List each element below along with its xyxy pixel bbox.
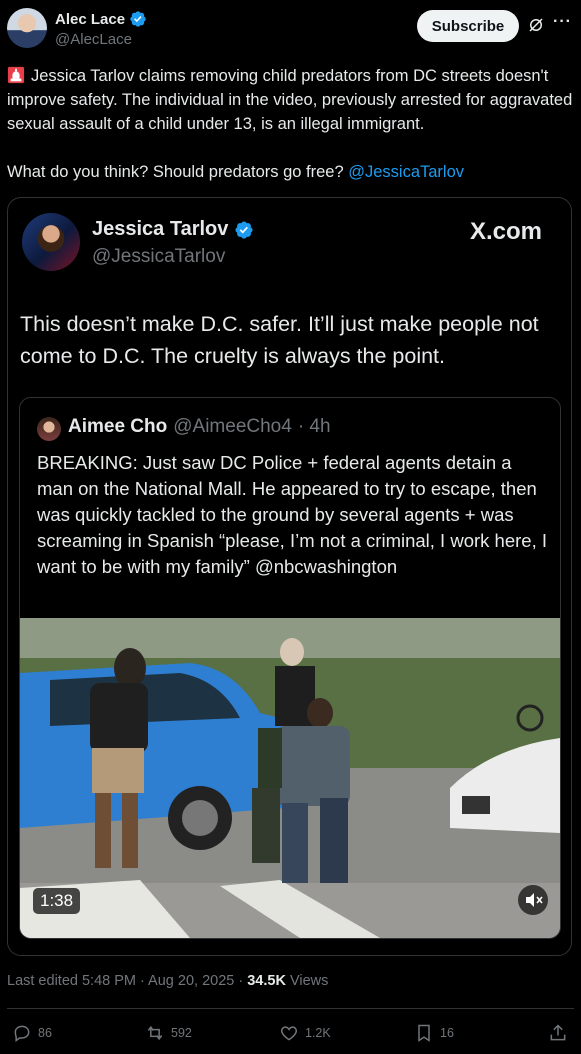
police-siren-icon (7, 66, 25, 84)
inner-author-name: Aimee Cho (68, 416, 168, 437)
mute-icon[interactable] (518, 885, 548, 915)
video-player[interactable]: 1:38 (20, 618, 560, 938)
inner-post-time: · 4h (297, 416, 331, 437)
repost-count: 592 (171, 1026, 192, 1040)
author-avatar[interactable] (7, 8, 47, 48)
quoted-author-avatar (22, 213, 80, 271)
author-handle[interactable]: @AlecLace (55, 31, 132, 48)
bookmark-icon (418, 1024, 430, 1042)
inner-author-header: Aimee Cho @AimeeCho4 · 4h (68, 416, 331, 438)
inner-post-text: BREAKING: Just saw DC Police + federal a… (37, 452, 547, 577)
reply-icon (14, 1025, 30, 1042)
quoted-author-name-row: Jessica Tarlov (92, 218, 254, 241)
views-count: 34.5K (247, 973, 286, 989)
quoted-author-name: Jessica Tarlov (92, 218, 229, 240)
quoted-author-handle: @JessicaTarlov (92, 246, 226, 267)
inner-author-handle: @AimeeCho4 (173, 416, 292, 437)
like-count: 1.2K (305, 1026, 331, 1040)
grok-icon[interactable] (527, 16, 545, 34)
tweet-question-text: What do you think? Should predators go f… (7, 163, 344, 181)
edited-timestamp[interactable]: Last edited 5:48 PM · Aug 20, 2025 · (7, 973, 243, 989)
tweet-text: Jessica Tarlov claims removing child pre… (7, 64, 575, 184)
action-bar: 86 592 1.2K 16 (0, 1018, 581, 1048)
verified-badge-icon (130, 11, 146, 27)
verified-badge-icon (235, 220, 253, 239)
divider (7, 1008, 574, 1009)
reply-count: 86 (38, 1026, 52, 1040)
author-name-row[interactable]: Alec Lace (55, 10, 147, 28)
post-meta: Last edited 5:48 PM · Aug 20, 2025 · 34.… (7, 973, 328, 989)
bookmark-button[interactable]: 16 (414, 1023, 454, 1043)
inner-quoted-post: Aimee Cho @AimeeCho4 · 4h BREAKING: Just… (19, 397, 561, 939)
author-name[interactable]: Alec Lace (55, 11, 125, 28)
video-frame (20, 618, 560, 938)
tweet-main-text: Jessica Tarlov claims removing child pre… (7, 67, 573, 133)
views-label: Views (289, 973, 329, 989)
quoted-post-text: This doesn’t make D.C. safer. It’ll just… (20, 312, 539, 368)
share-icon (550, 1024, 566, 1041)
bookmark-count: 16 (440, 1026, 454, 1040)
mention-link[interactable]: @JessicaTarlov (348, 163, 464, 181)
heart-icon (280, 1026, 298, 1041)
inner-author-avatar (37, 417, 61, 441)
subscribe-button[interactable]: Subscribe (417, 10, 519, 42)
quoted-post-card[interactable]: Jessica Tarlov @JessicaTarlov X.com This… (7, 197, 572, 956)
share-button[interactable] (548, 1023, 568, 1043)
like-button[interactable]: 1.2K (279, 1023, 331, 1043)
more-options-icon[interactable]: ··· (553, 14, 573, 35)
video-duration: 1:38 (33, 888, 81, 914)
repost-button[interactable]: 592 (145, 1023, 192, 1043)
repost-icon (147, 1025, 163, 1041)
xcom-logo: X.com (470, 218, 543, 245)
reply-button[interactable]: 86 (12, 1023, 52, 1043)
